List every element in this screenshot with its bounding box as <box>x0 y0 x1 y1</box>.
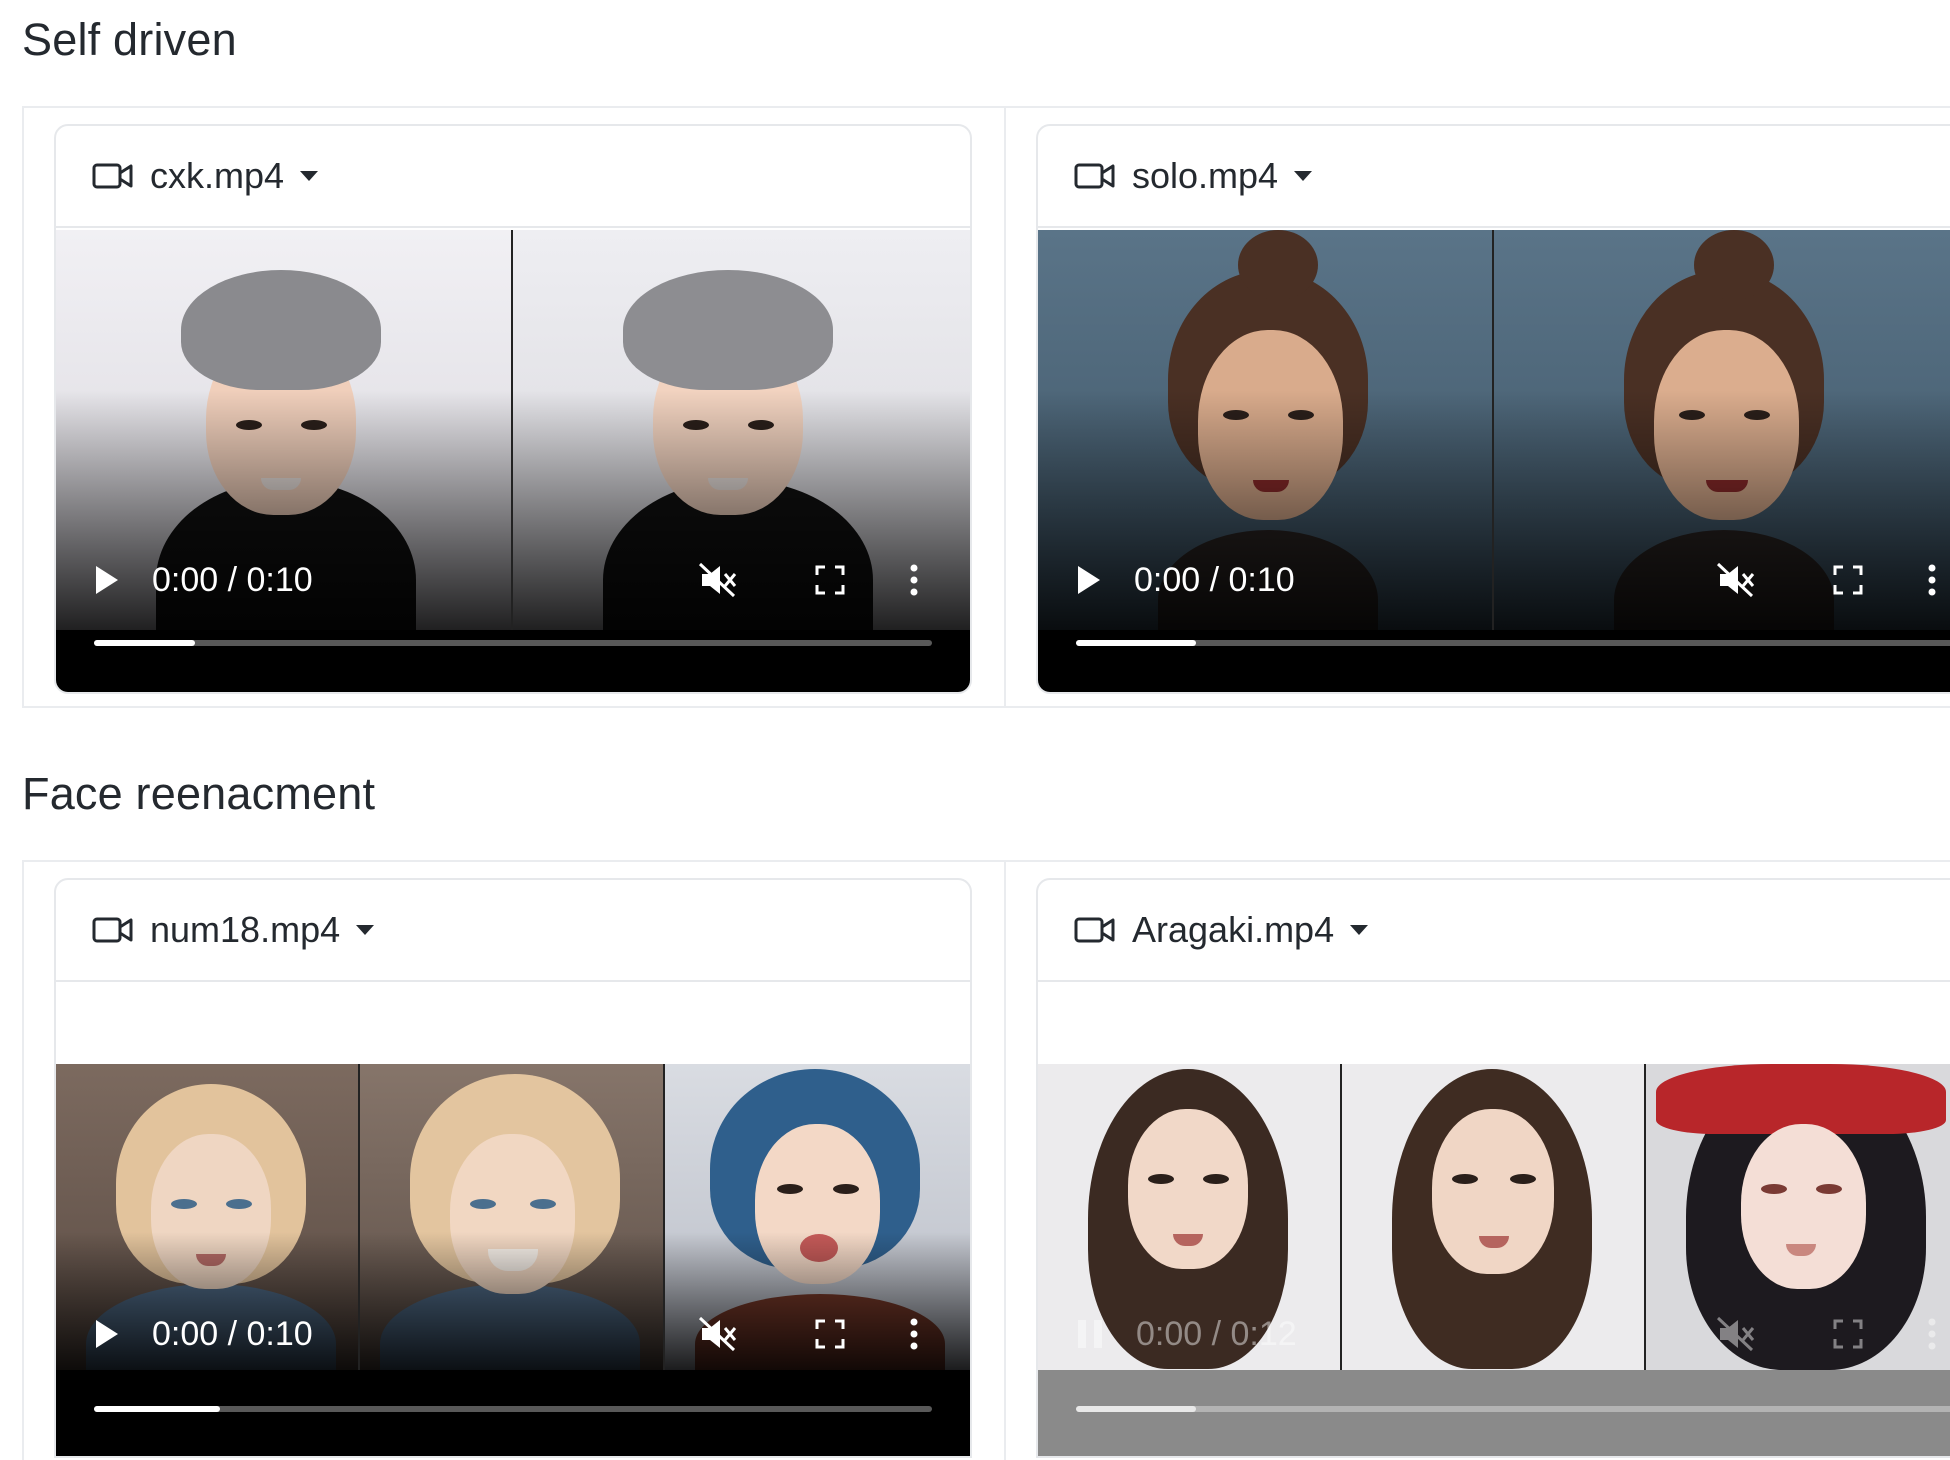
caret-down-icon[interactable] <box>1294 171 1313 181</box>
play-icon[interactable] <box>96 1320 118 1348</box>
progress-bar[interactable] <box>94 1406 932 1412</box>
file-header[interactable]: solo.mp4 <box>1038 126 1950 228</box>
video-camera-icon <box>92 160 136 192</box>
caret-down-icon[interactable] <box>1350 925 1369 935</box>
caret-down-icon[interactable] <box>300 171 319 181</box>
time-display: 0:00 / 0:10 <box>152 1314 313 1353</box>
pause-icon[interactable] <box>1078 1320 1102 1348</box>
face-reenactment-panel: num18.mp4 0:00 / 0:10 Aragaki.mp4 0:00 /… <box>22 860 1950 1460</box>
section-title-face-reenactment: Face reenacment <box>22 768 376 819</box>
video-card-num18: num18.mp4 0:00 / 0:10 <box>54 878 972 1458</box>
progress-bar[interactable] <box>1076 1406 1950 1412</box>
file-header[interactable]: Aragaki.mp4 <box>1038 880 1950 982</box>
more-vert-icon[interactable] <box>1912 1318 1950 1350</box>
file-header[interactable]: cxk.mp4 <box>56 126 970 228</box>
video-card-solo: solo.mp4 0:00 / 0:10 <box>1036 124 1950 694</box>
video-card-cxk: cxk.mp4 0:00 / 0:10 <box>54 124 972 694</box>
time-display: 0:00 / 0:10 <box>1134 560 1295 599</box>
play-icon[interactable] <box>1078 566 1100 594</box>
more-vert-icon[interactable] <box>894 564 934 596</box>
section-title-self-driven: Self driven <box>22 14 237 65</box>
video-player[interactable]: 0:00 / 0:12 <box>1038 1064 1950 1456</box>
fullscreen-icon[interactable] <box>1818 565 1878 595</box>
panel-divider <box>1004 108 1006 706</box>
more-vert-icon[interactable] <box>1912 564 1950 596</box>
mute-icon[interactable] <box>1706 1316 1766 1352</box>
progress-bar[interactable] <box>94 640 932 646</box>
mute-icon[interactable] <box>688 1316 748 1352</box>
video-player[interactable]: 0:00 / 0:10 <box>56 1064 970 1456</box>
time-display: 0:00 / 0:12 <box>1136 1314 1297 1353</box>
time-display: 0:00 / 0:10 <box>152 560 313 599</box>
video-camera-icon <box>92 914 136 946</box>
file-name: cxk.mp4 <box>150 155 285 196</box>
mute-icon[interactable] <box>1706 562 1766 598</box>
progress-bar[interactable] <box>1076 640 1950 646</box>
video-card-aragaki: Aragaki.mp4 0:00 / 0:12 <box>1036 878 1950 1458</box>
file-name: num18.mp4 <box>150 909 341 950</box>
video-camera-icon <box>1074 914 1118 946</box>
file-name: Aragaki.mp4 <box>1132 909 1335 950</box>
more-vert-icon[interactable] <box>894 1318 934 1350</box>
self-driven-panel: cxk.mp4 0:00 / 0:10 solo.mp4 0:00 / 0:10 <box>22 106 1950 708</box>
mute-icon[interactable] <box>688 562 748 598</box>
video-camera-icon <box>1074 160 1118 192</box>
fullscreen-icon[interactable] <box>800 1319 860 1349</box>
file-name: solo.mp4 <box>1132 155 1279 196</box>
panel-divider <box>1004 862 1006 1460</box>
video-player[interactable]: 0:00 / 0:10 <box>1038 230 1950 692</box>
file-header[interactable]: num18.mp4 <box>56 880 970 982</box>
fullscreen-icon[interactable] <box>1818 1319 1878 1349</box>
fullscreen-icon[interactable] <box>800 565 860 595</box>
video-player[interactable]: 0:00 / 0:10 <box>56 230 970 692</box>
play-icon[interactable] <box>96 566 118 594</box>
caret-down-icon[interactable] <box>356 925 375 935</box>
